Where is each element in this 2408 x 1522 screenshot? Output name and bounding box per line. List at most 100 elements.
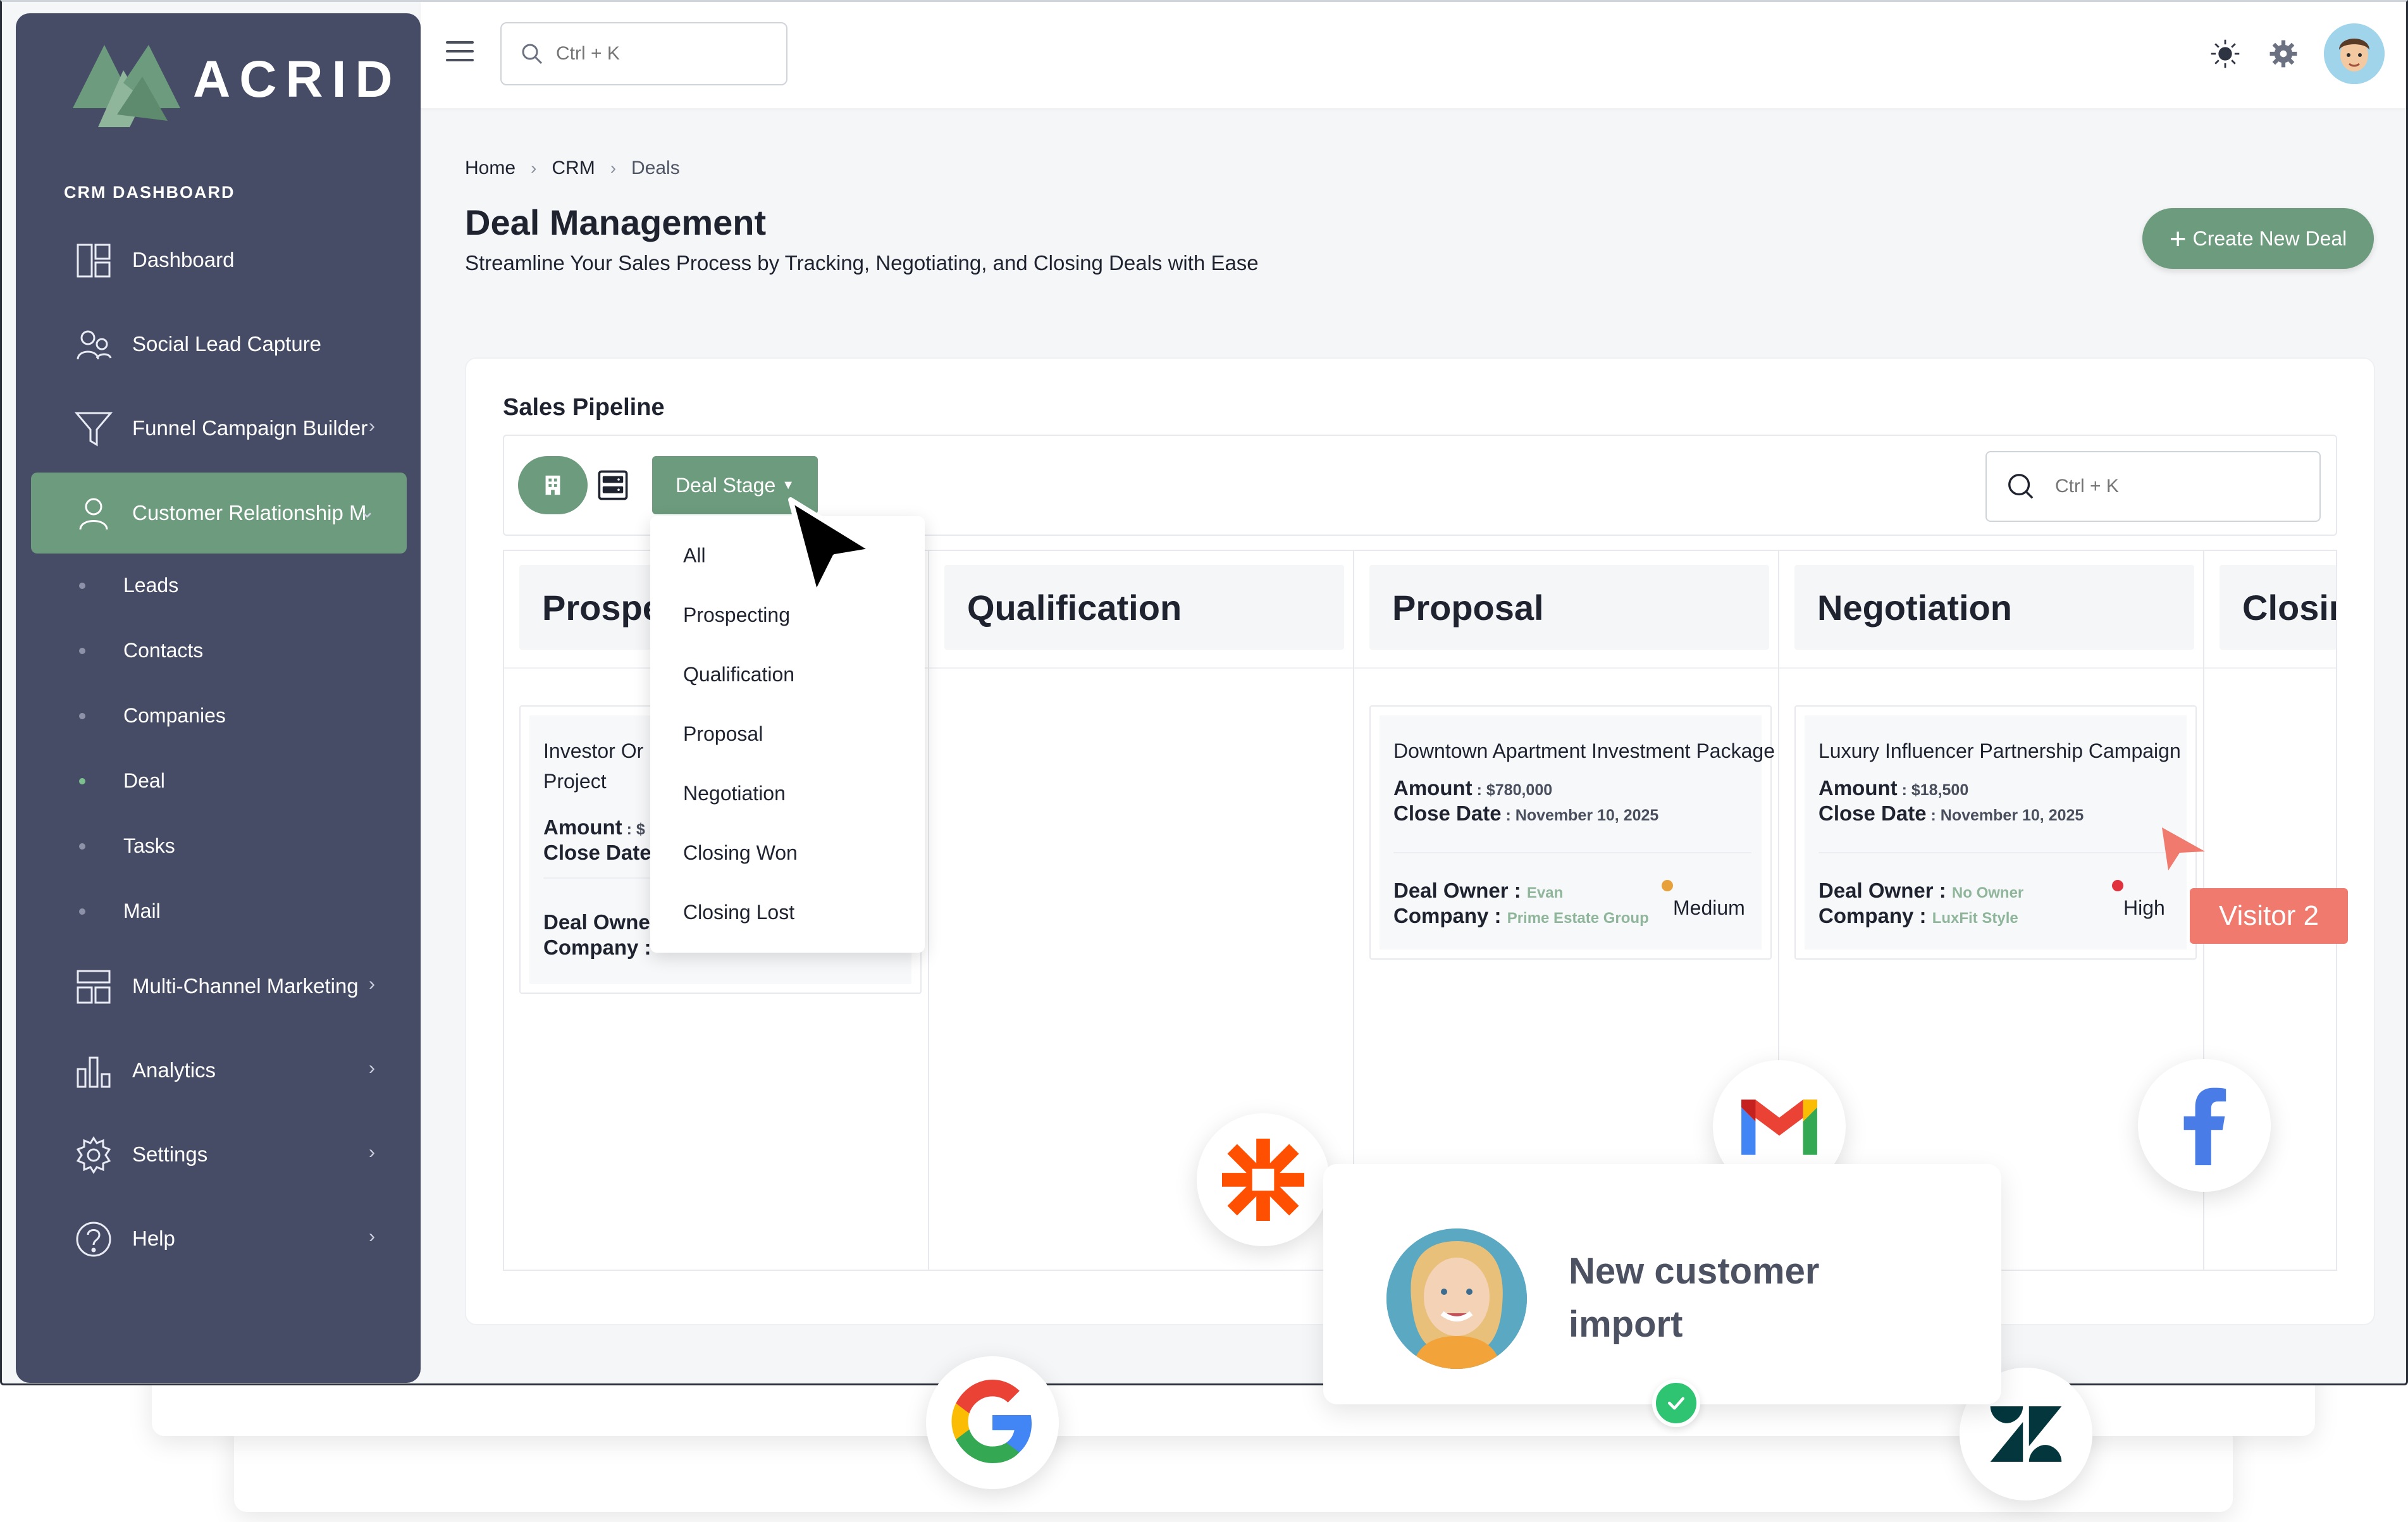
facebook-badge [2138,1059,2271,1192]
deal-card[interactable]: Luxury Influencer Partnership Campaign A… [1794,705,2197,960]
sidebar-item-funnel-campaign-builder[interactable]: Funnel Campaign Builder › [31,388,407,469]
column-title: Closing Won [2220,565,2336,650]
list-view-button[interactable] [594,466,632,504]
pipeline-search-input[interactable] [2055,476,2295,497]
brand-name: ACRID [193,51,402,108]
notification-text: New customer import [1569,1251,1820,1345]
page-title: Deal Management [465,202,767,242]
priority-label: Medium [1673,896,1745,919]
create-new-deal-button[interactable]: + Create New Deal [2142,208,2374,269]
pipeline-column-negotiation: Negotiation Luxury Influencer Partnershi… [1779,551,2204,1270]
gear-icon [2269,40,2297,68]
check-icon [1652,1379,1700,1427]
deal-card[interactable]: Downtown Apartment Investment Package Am… [1369,705,1775,960]
dropdown-option-closing-lost[interactable]: Closing Lost [683,901,794,924]
sidebar-subitem-deal[interactable]: Deal [79,769,165,793]
logo[interactable]: ACRID [60,32,402,127]
customer-avatar [1386,1228,1527,1369]
dropdown-option-closing-won[interactable]: Closing Won [683,841,798,865]
help-icon [76,1222,111,1257]
acrid-logo-icon [73,45,180,127]
search-icon [522,44,543,65]
bar-chart-icon [77,1056,111,1088]
global-search-input[interactable] [556,43,746,65]
caret-down-icon: ▼ [782,478,795,492]
notification-card: New customer import [1323,1164,2001,1427]
breadcrumb: Home › CRM › Deals [465,158,680,179]
page-subtitle: Streamline Your Sales Process by Trackin… [465,251,1259,275]
dropdown-option-all[interactable]: All [683,544,706,567]
customer-photo-icon [1386,1228,1527,1369]
chevron-down-icon: ⌄ [359,501,375,522]
sidebar-item-multi-channel-marketing[interactable]: Multi-Channel Marketing › [31,946,407,1027]
zapier-badge [1197,1113,1330,1246]
visitor-pointer-icon [2162,827,2205,870]
dropdown-option-prospecting[interactable]: Prospecting [683,603,790,627]
sidebar-subitem-companies[interactable]: Companies [79,704,226,727]
sidebar-subitem-leads[interactable]: Leads [79,574,178,597]
sales-pipeline-title: Sales Pipeline [503,394,665,421]
user-icon [79,498,108,530]
settings-button[interactable] [2266,36,2301,71]
chevron-right-icon: › [369,974,375,994]
menu-toggle-icon[interactable] [446,41,474,64]
sidebar-item-settings[interactable]: Settings › [31,1114,407,1195]
visitor-tag: Visitor 2 [2190,888,2348,944]
deal-title: Investor Or Project [543,739,644,793]
gear-icon [76,1136,111,1174]
dropdown-option-qualification[interactable]: Qualification [683,663,794,686]
sidebar-subitem-tasks[interactable]: Tasks [79,834,175,858]
building-view-button[interactable] [518,456,588,514]
sidebar-item-analytics[interactable]: Analytics › [31,1030,407,1111]
gmail-icon [1741,1099,1817,1155]
search-icon [2008,474,2034,499]
sidebar-section-title: CRM DASHBOARD [64,183,235,202]
breadcrumb-home[interactable]: Home [465,158,516,179]
google-badge [926,1356,1059,1489]
sidebar-item-help[interactable]: Help › [31,1198,407,1279]
facebook-icon [2183,1087,2226,1165]
google-icon [951,1380,1032,1463]
zapier-icon [1222,1139,1304,1221]
sun-icon [2211,39,2240,68]
sidebar: ACRID CRM DASHBOARD Dashboard Social Lea… [16,13,421,1383]
priority-dot [2112,880,2123,891]
building-icon [545,475,560,495]
column-title: Proposal [1369,565,1769,650]
dropdown-option-proposal[interactable]: Proposal [683,722,763,746]
chevron-right-icon: › [369,416,375,436]
chevron-right-icon: › [610,158,617,178]
layout-icon [77,970,111,1004]
sidebar-item-dashboard[interactable]: Dashboard [31,220,407,300]
dashboard-icon [77,244,111,278]
zendesk-icon [1990,1406,2062,1462]
topbar [421,2,2406,108]
deal-title: Luxury Influencer Partnership Campaign [1818,739,2181,762]
chevron-right-icon: › [531,158,537,178]
avatar-icon [2324,23,2385,84]
deal-title: Downtown Apartment Investment Package [1393,739,1775,762]
funnel-icon [74,412,113,447]
priority-dot [1662,880,1673,891]
pipeline-column-proposal: Proposal Downtown Apartment Investment P… [1354,551,1779,1270]
mouse-cursor-icon [788,497,875,597]
sidebar-subitem-mail[interactable]: Mail [79,900,161,923]
column-title: Qualification [944,565,1344,650]
sidebar-item-social-lead-capture[interactable]: Social Lead Capture [31,304,407,385]
chevron-right-icon: › [369,1058,375,1079]
global-search[interactable] [500,22,787,85]
dropdown-option-negotiation[interactable]: Negotiation [683,782,786,805]
chevron-right-icon: › [369,1142,375,1163]
user-avatar[interactable] [2324,23,2385,84]
pipeline-search[interactable] [1985,451,2321,522]
server-list-icon [598,470,628,500]
breadcrumb-crm[interactable]: CRM [552,158,595,179]
social-users-icon [77,330,112,360]
sidebar-subitem-contacts[interactable]: Contacts [79,639,203,662]
column-title: Negotiation [1794,565,2194,650]
plus-icon: + [2169,222,2187,255]
chevron-right-icon: › [369,1226,375,1247]
sidebar-item-customer-relationship[interactable]: Customer Relationship M ⌄ [31,473,407,554]
priority-label: High [2123,896,2165,919]
theme-toggle-button[interactable] [2207,36,2243,71]
